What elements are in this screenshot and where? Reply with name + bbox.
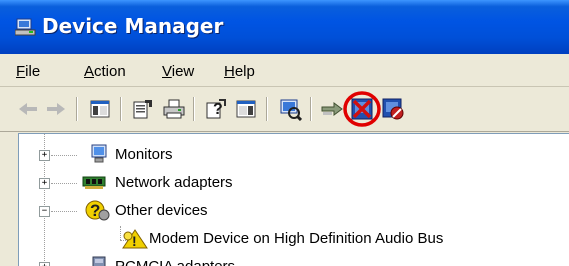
unknown-device-icon: ? [85,200,110,221]
device-tree: + Monitors + Network adapters − ? Other … [18,133,569,266]
collapse-button[interactable]: − [39,206,50,217]
svg-text:?: ? [213,101,223,118]
modem-warning-icon: ! [122,229,148,249]
device-manager-window: Device Manager File Action View Help ? +… [0,0,569,266]
tree-item-pcmcia-adapters[interactable]: + PCMCIA adapters [19,256,569,266]
toolbar-separator [193,97,195,121]
show-hide-console-tree-icon[interactable] [88,97,112,121]
properties-icon[interactable] [131,97,155,121]
action-pane-icon[interactable] [234,97,258,121]
tree-item-network-adapters[interactable]: + Network adapters [19,172,569,194]
toolbar-separator [266,97,268,121]
back-icon[interactable] [16,97,40,121]
expand-button[interactable]: + [39,262,50,266]
menu-action[interactable]: Action [84,63,126,80]
svg-text:!: ! [132,233,137,249]
tree-item-label: Other devices [115,202,208,219]
monitor-icon [91,144,107,163]
toolbar-separator [120,97,122,121]
menu-help[interactable]: Help [224,63,255,80]
tree-item-monitors[interactable]: + Monitors [19,144,569,166]
toolbar-separator [76,97,78,121]
help-icon[interactable]: ? [204,97,228,121]
tree-item-label: Network adapters [115,174,233,191]
device-manager-icon [15,18,36,36]
menu-view[interactable]: View [162,63,194,80]
toolbar-separator [310,97,312,121]
scan-hardware-icon[interactable] [278,97,302,121]
tree-connector-line [51,211,77,212]
tree-item-modem-device[interactable]: ! Modem Device on High Definition Audio … [19,228,569,250]
tree-connector-line [51,183,77,184]
expand-button[interactable]: + [39,150,50,161]
print-icon[interactable] [162,97,186,121]
expand-button[interactable]: + [39,178,50,189]
toolbar: ? [0,87,569,132]
window-title: Device Manager [42,14,224,38]
menu-file[interactable]: File [16,63,40,80]
menu-bar: File Action View Help [0,54,569,87]
tree-item-label: Monitors [115,146,173,163]
pcmcia-icon [92,256,106,266]
network-adapter-icon [82,176,106,189]
update-driver-icon[interactable] [320,97,344,121]
tree-item-other-devices[interactable]: − ? Other devices [19,200,569,222]
tree-item-label: Modem Device on High Definition Audio Bu… [149,230,444,247]
disable-icon[interactable] [381,97,405,121]
forward-icon[interactable] [44,97,68,121]
highlight-circle [343,91,381,127]
title-bar[interactable]: Device Manager [0,0,569,54]
tree-item-label: PCMCIA adapters [115,258,235,266]
svg-text:?: ? [90,201,100,220]
tree-connector-line [51,155,77,156]
